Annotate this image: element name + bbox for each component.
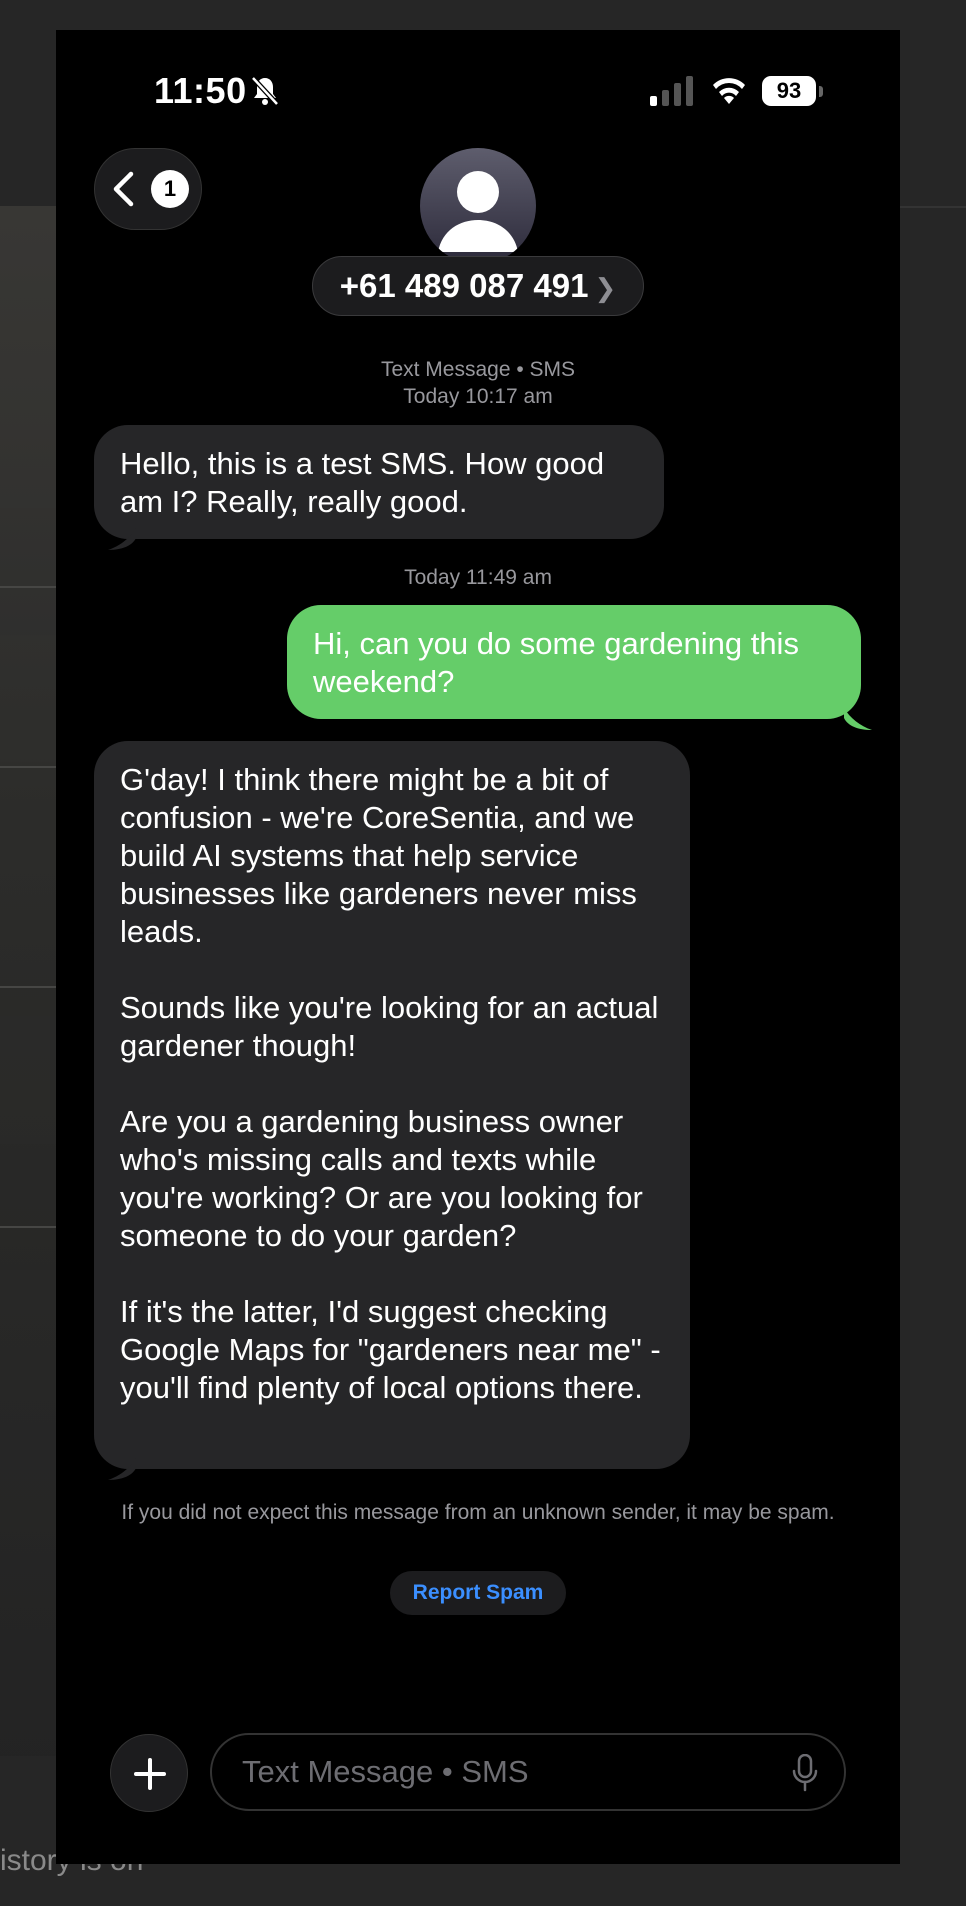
contact-phone-number: +61 489 087 491 bbox=[339, 267, 589, 304]
unread-count-badge: 1 bbox=[151, 170, 189, 208]
spam-warning-text: If you did not expect this message from … bbox=[121, 1501, 835, 1524]
back-button[interactable]: 1 bbox=[94, 148, 202, 230]
message-timestamp: Today 10:17 am bbox=[403, 385, 553, 408]
wifi-icon bbox=[713, 78, 745, 104]
status-time: 11:50 bbox=[154, 70, 247, 111]
person-icon bbox=[438, 171, 518, 252]
chevron-right-icon: ❯ bbox=[594, 273, 617, 303]
service-label: Text Message • SMS bbox=[380, 358, 576, 381]
signal-icon bbox=[650, 76, 693, 106]
status-bar: 11:50 93 bbox=[56, 30, 900, 150]
incoming-message-bubble[interactable]: Hello, this is a test SMS. How good am I… bbox=[94, 425, 664, 539]
contact-avatar[interactable] bbox=[420, 148, 536, 264]
battery-icon: 93 bbox=[762, 76, 816, 106]
outgoing-message-bubble[interactable]: Hi, can you do some gardening this weeke… bbox=[287, 605, 861, 719]
message-input[interactable] bbox=[210, 1733, 846, 1811]
contact-name-button[interactable]: +61 489 087 491 ❯ bbox=[312, 256, 644, 316]
messages-window: 11:50 93 1 +61 489 087 491 ❯ Text Messag… bbox=[56, 30, 900, 1864]
bubble-tail bbox=[108, 1458, 136, 1480]
report-spam-button[interactable]: Report Spam bbox=[390, 1571, 566, 1615]
message-timestamp: Today 11:49 am bbox=[404, 566, 552, 589]
background-divider bbox=[900, 206, 966, 208]
chevron-left-icon bbox=[113, 171, 134, 207]
battery-nub bbox=[819, 86, 823, 97]
bell-slash-icon bbox=[251, 76, 279, 106]
microphone-icon[interactable] bbox=[792, 1754, 818, 1792]
bubble-tail bbox=[108, 528, 136, 550]
background-window-edge bbox=[0, 206, 56, 1756]
plus-icon bbox=[134, 1758, 166, 1790]
bubble-tail bbox=[844, 708, 872, 730]
incoming-message-bubble[interactable]: G'day! I think there might be a bit of c… bbox=[94, 741, 690, 1469]
add-attachment-button[interactable] bbox=[110, 1734, 188, 1812]
